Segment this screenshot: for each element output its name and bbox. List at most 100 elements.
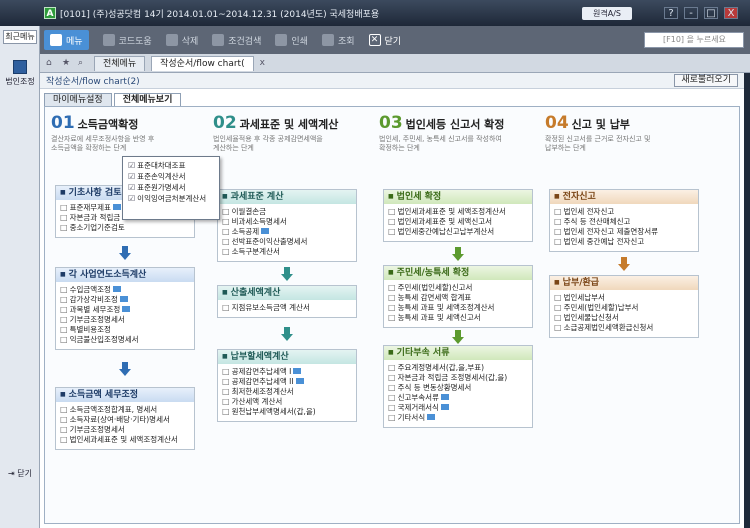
menu-link[interactable]: 주민세(법인세할)납부서 bbox=[550, 303, 698, 313]
home-icon[interactable]: ⌂ bbox=[46, 58, 56, 68]
menu-link[interactable]: 감가상각비조정 bbox=[56, 295, 194, 305]
expand-icon[interactable] bbox=[119, 296, 128, 302]
star-icon[interactable]: ★ bbox=[62, 58, 72, 68]
maximize-icon[interactable]: □ bbox=[704, 7, 718, 19]
submenu-item[interactable]: 표준원가명세서 bbox=[123, 182, 219, 193]
tab-close-icon[interactable]: x bbox=[260, 58, 270, 68]
remote-support-button[interactable]: 원격A/S bbox=[582, 7, 632, 20]
menu-link-label: 법인세물납신청서 bbox=[563, 313, 619, 322]
menu-link[interactable]: 최저한세조정계산서 bbox=[218, 387, 356, 397]
flow-box: 각 사업연도소득계산수입금액조정감가상각비조정과목별 세무조정기부금조정명세서특… bbox=[55, 267, 195, 350]
submenu-item[interactable]: 이익잉여금처분계산서 bbox=[123, 193, 219, 204]
menu-link[interactable]: 법인세과세표준 및 세액조정계산서 bbox=[384, 207, 532, 217]
menu-link[interactable]: 주민세(법인세할)신고서 bbox=[384, 283, 532, 293]
tab-all-menu[interactable]: 전체메뉴 bbox=[94, 55, 146, 71]
expand-icon[interactable] bbox=[440, 404, 449, 410]
menu-link[interactable]: 농특세 과표 및 세액신고서 bbox=[384, 313, 532, 323]
corp-adjust-button[interactable]: 법인조정 bbox=[2, 60, 38, 87]
menu-link[interactable]: 기부금조정명세서 bbox=[56, 315, 194, 325]
recent-menu-button[interactable]: 최근메뉴 bbox=[3, 30, 37, 44]
flow-box-items: 법인세 전자신고주식 등 전산매체신고법인세 전자신고 제출연장서류법인세 중간… bbox=[550, 204, 698, 247]
submenu-item[interactable]: 표준대차대조표 bbox=[123, 160, 219, 171]
menu-link[interactable]: 법인세과세표준 및 세액신고서 bbox=[384, 217, 532, 227]
expand-icon[interactable] bbox=[122, 306, 131, 312]
menu-link[interactable]: 소득자료(상여·배당·기타)명세서 bbox=[56, 415, 194, 425]
menu-link[interactable]: 주식 등 전산매체신고 bbox=[550, 217, 698, 227]
menu-link[interactable]: 소득금액조정합계표, 명세서 bbox=[56, 405, 194, 415]
menu-link[interactable]: 이월결손금 bbox=[218, 207, 356, 217]
flow-box-title[interactable]: 소득금액 세무조정 bbox=[56, 388, 194, 402]
menu-link[interactable]: 공제감면추납세액 I bbox=[218, 367, 356, 377]
menu-link[interactable]: 주요계정명세서(갑,을,부표) bbox=[384, 363, 532, 373]
minimize-icon[interactable]: - bbox=[684, 7, 698, 19]
submenu-item[interactable]: 표준손익계산서 bbox=[123, 171, 219, 182]
menu-link[interactable]: 비과세소득명세서 bbox=[218, 217, 356, 227]
search-icon[interactable]: ⌕ bbox=[78, 58, 88, 68]
tab-my-menu[interactable]: 마이메뉴설정 bbox=[44, 93, 112, 106]
menu-link[interactable]: 익금불산입조정명세서 bbox=[56, 335, 194, 345]
menu-link[interactable]: 가산세액 계산서 bbox=[218, 397, 356, 407]
menu-link[interactable]: 법인세 전자신고 제출연장서류 bbox=[550, 227, 698, 237]
menu-link[interactable]: 자본금과 적립금 조정명세서(갑,을) bbox=[384, 373, 532, 383]
trash-icon bbox=[165, 34, 178, 46]
menu-link[interactable]: 기부금조정명세서 bbox=[56, 425, 194, 435]
menu-link-label: 기부금조정명세서 bbox=[69, 315, 125, 324]
menu-link[interactable]: 법인세중간예납신고납부계산서 bbox=[384, 227, 532, 237]
menu-link[interactable]: 농특세 과표 및 세액조정계산서 bbox=[384, 303, 532, 313]
expand-icon[interactable] bbox=[261, 228, 270, 234]
tab-flow-chart[interactable]: 작성순서/flow chart( bbox=[151, 55, 254, 71]
menu-link[interactable]: 법인세납부서 bbox=[550, 293, 698, 303]
window-close-icon[interactable]: X bbox=[724, 7, 738, 19]
menu-link[interactable]: 과목별 세무조정 bbox=[56, 305, 194, 315]
menu-link[interactable]: 소득구분계산서 bbox=[218, 247, 356, 257]
flow-box-title[interactable]: 납부/환급 bbox=[550, 276, 698, 290]
expand-icon[interactable] bbox=[295, 378, 304, 384]
menu-button[interactable]: 메뉴 bbox=[44, 30, 89, 50]
reload-button[interactable]: 새로불러오기 bbox=[674, 74, 738, 87]
menu-link[interactable]: 중소기업기준검토 bbox=[56, 223, 194, 233]
expand-icon[interactable] bbox=[427, 414, 436, 420]
sidebar-close-button[interactable]: ⇥ 닫기 bbox=[2, 466, 38, 482]
flow-box-title[interactable]: 납부할세액계산 bbox=[218, 350, 356, 364]
menu-link[interactable]: 주식 등 변동상황명세서 bbox=[384, 383, 532, 393]
flow-box-title[interactable]: 전자신고 bbox=[550, 190, 698, 204]
flow-box-title[interactable]: 과세표준 계산 bbox=[218, 190, 356, 204]
tab-all-menu-view[interactable]: 전체메뉴보기 bbox=[113, 93, 182, 106]
print-button[interactable]: 인쇄 bbox=[275, 34, 308, 47]
delete-button[interactable]: 삭제 bbox=[165, 34, 198, 47]
search-input[interactable]: [F10] 을 누르세요 bbox=[644, 32, 744, 48]
flow-box-title[interactable]: 주민세/농특세 확정 bbox=[384, 266, 532, 280]
code-help-button[interactable]: 코드도움 bbox=[102, 34, 152, 47]
menu-link[interactable]: 기타서식 bbox=[384, 413, 532, 423]
help-icon[interactable]: ? bbox=[664, 7, 678, 19]
menu-link[interactable]: 선박표준이익산출명세서 bbox=[218, 237, 356, 247]
menu-link[interactable]: 소급공제법인세액환급신청서 bbox=[550, 323, 698, 333]
close-label: 닫기 bbox=[384, 36, 402, 47]
menu-link[interactable]: 국제거래서식 bbox=[384, 403, 532, 413]
expand-icon[interactable] bbox=[112, 286, 121, 292]
flow-box-title[interactable]: 기타부속 서류 bbox=[384, 346, 532, 360]
menu-link[interactable]: 원천납부세액명세서(갑,을) bbox=[218, 407, 356, 417]
menu-link[interactable]: 법인세과세표준 및 세액조정계산서 bbox=[56, 435, 194, 445]
close-button[interactable]: ✕ 닫기 bbox=[368, 34, 402, 47]
menu-link[interactable]: 법인세 전자신고 bbox=[550, 207, 698, 217]
search-icon bbox=[321, 34, 334, 46]
menu-link[interactable]: 신고부속서류 bbox=[384, 393, 532, 403]
menu-link[interactable]: 법인세물납신청서 bbox=[550, 313, 698, 323]
expand-icon[interactable] bbox=[440, 394, 449, 400]
inquiry-button[interactable]: 조회 bbox=[321, 34, 355, 47]
menu-link[interactable]: 특별비용조정 bbox=[56, 325, 194, 335]
expand-icon[interactable] bbox=[112, 204, 121, 210]
menu-link[interactable]: 수입금액조정 bbox=[56, 285, 194, 295]
menu-link[interactable]: 공제감면추납세액 II bbox=[218, 377, 356, 387]
expand-icon[interactable] bbox=[293, 368, 302, 374]
flow-box-title[interactable]: 각 사업연도소득계산 bbox=[56, 268, 194, 282]
menu-link[interactable]: 지점유보소득금액 계산서 bbox=[218, 303, 356, 313]
menu-link[interactable]: 법인세 중간예납 전자신고 bbox=[550, 237, 698, 247]
menu-link[interactable]: 소득공제 bbox=[218, 227, 356, 237]
flow-box-title[interactable]: 법인세 확정 bbox=[384, 190, 532, 204]
condition-search-button[interactable]: 조건검색 bbox=[212, 34, 261, 47]
flow-arrow-stem bbox=[284, 326, 290, 334]
flow-box-title[interactable]: 산출세액계산 bbox=[218, 286, 356, 300]
menu-link[interactable]: 농특세 감면세액 합계표 bbox=[384, 293, 532, 303]
